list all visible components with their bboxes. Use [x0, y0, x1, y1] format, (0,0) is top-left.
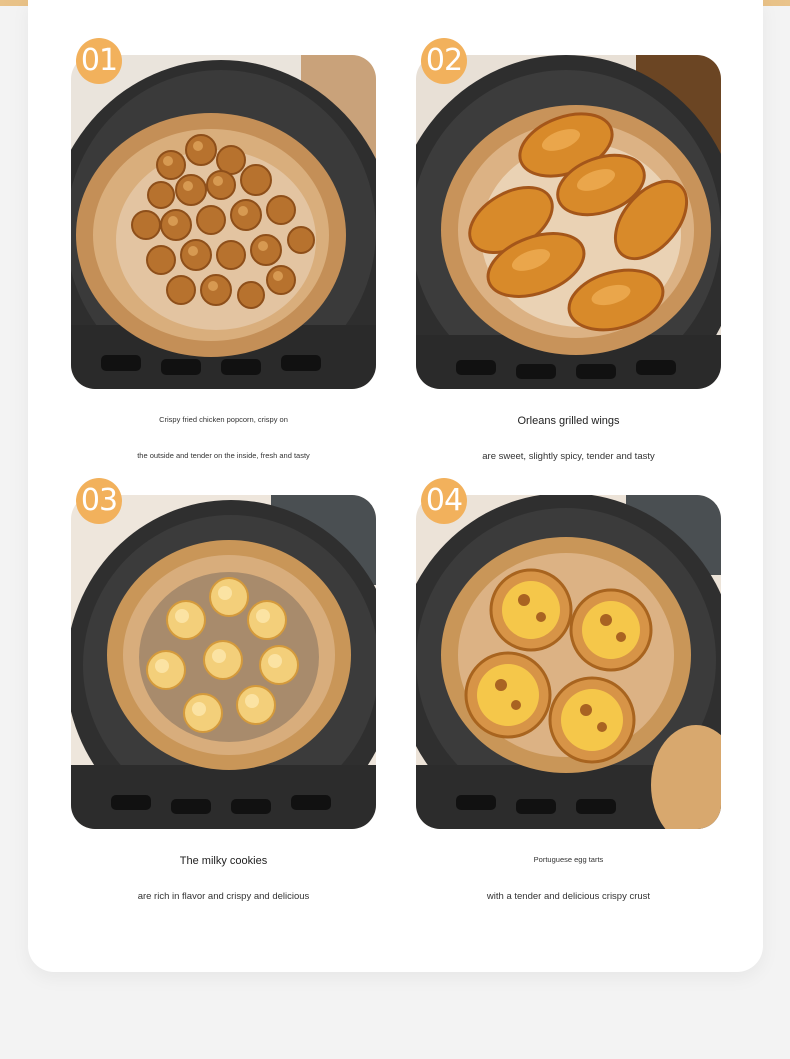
caption-title: Portuguese egg tarts: [533, 855, 604, 864]
caption-title: Orleans grilled wings: [517, 415, 620, 427]
caption-title: Crispy fried chicken popcorn, crispy on: [159, 415, 288, 424]
photo-popcorn-chicken: [71, 55, 376, 389]
caption-title: The milky cookies: [179, 855, 268, 867]
caption-description: with a tender and delicious crispy crust: [486, 891, 651, 902]
caption-description: the outside and tender on the inside, fr…: [137, 451, 310, 460]
photo-milky-cookies: [71, 495, 376, 829]
caption-description: are rich in flavor and crispy and delici…: [137, 891, 310, 902]
step-badge: 01: [76, 38, 122, 84]
step-badge: 02: [421, 38, 467, 84]
step-badge: 03: [76, 478, 122, 524]
caption-description: are sweet, slightly spicy, tender and ta…: [482, 451, 655, 462]
content-card: 01 Crispy fried chicken popcorn, crispy …: [28, 0, 763, 972]
step-badge: 04: [421, 478, 467, 524]
photo-grilled-wings: [416, 55, 721, 389]
photo-egg-tarts: [416, 495, 721, 829]
